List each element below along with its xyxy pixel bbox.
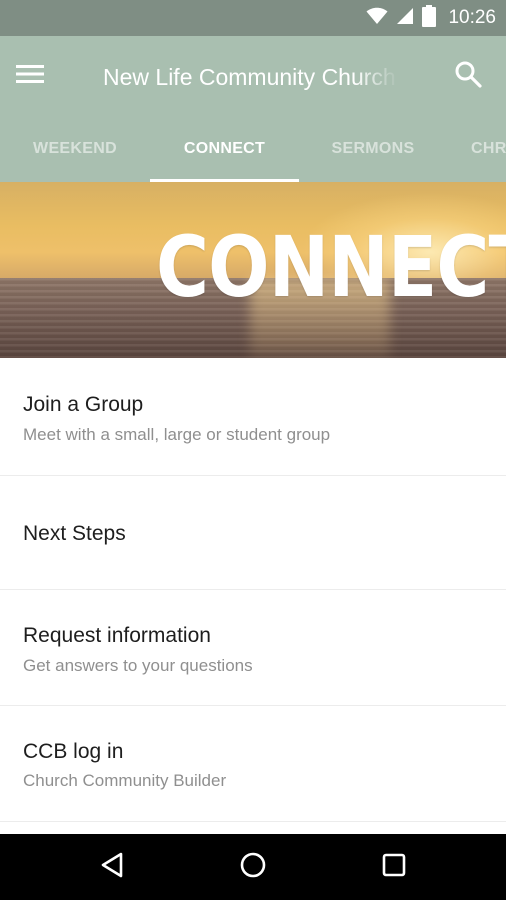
status-icons: 10:26	[366, 0, 496, 36]
back-icon	[99, 851, 125, 884]
home-icon	[239, 851, 267, 884]
tab-connect[interactable]: CONNECT	[150, 116, 299, 182]
battery-icon	[422, 4, 437, 32]
item-subtitle: Get answers to your questions	[23, 656, 253, 675]
recents-button[interactable]	[374, 847, 414, 887]
item-title: CCB log in	[23, 740, 124, 763]
list-item-request-information[interactable]: Request information Get answers to your …	[0, 590, 506, 706]
status-time: 10:26	[448, 7, 496, 28]
status-bar: 10:26	[0, 0, 506, 36]
item-title: Next Steps	[23, 522, 126, 545]
connect-list: Join a Group Meet with a small, large or…	[0, 358, 506, 834]
item-subtitle: Church Community Builder	[23, 771, 227, 790]
list-item-ccb-login[interactable]: CCB log in Church Community Builder	[0, 706, 506, 822]
tab-bar: WEEKEND CONNECT SERMONS CHR	[0, 116, 506, 182]
tab-weekend[interactable]: WEEKEND	[0, 116, 150, 182]
item-title: Request information	[23, 624, 211, 647]
home-button[interactable]	[233, 847, 273, 887]
menu-icon	[16, 64, 44, 89]
app-bar: New Life Community Church	[0, 36, 506, 116]
hero-title: CONNECT	[156, 218, 506, 316]
wifi-icon	[366, 7, 388, 30]
menu-button[interactable]	[16, 58, 64, 94]
search-button[interactable]	[452, 60, 484, 92]
back-button[interactable]	[92, 847, 132, 887]
app-screen: 10:26 New Life Community Church WEEKEND …	[0, 0, 506, 900]
search-icon	[454, 60, 482, 93]
hero-banner: CONNECT	[0, 182, 506, 358]
app-title: New Life Community Church	[103, 64, 396, 90]
list-item-next-steps[interactable]: Next Steps	[0, 476, 506, 590]
list-item-join-group[interactable]: Join a Group Meet with a small, large or…	[0, 358, 506, 476]
system-nav-bar	[0, 834, 506, 900]
item-title: Join a Group	[23, 393, 144, 416]
signal-icon	[396, 7, 414, 30]
item-subtitle: Meet with a small, large or student grou…	[23, 425, 331, 444]
tab-sermons[interactable]: SERMONS	[299, 116, 447, 182]
tab-chr[interactable]: CHR	[447, 116, 506, 182]
recents-icon	[381, 852, 407, 883]
